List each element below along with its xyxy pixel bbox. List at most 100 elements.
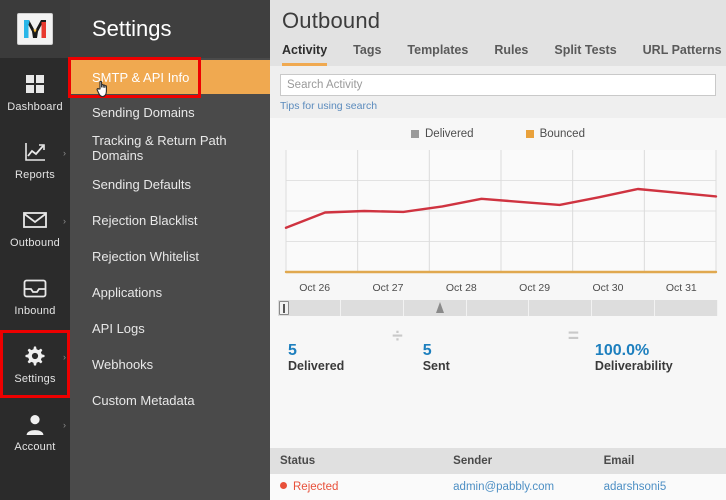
chevron-right-icon: ›: [63, 216, 66, 226]
tab-activity[interactable]: Activity: [282, 43, 328, 66]
grid-icon: [25, 71, 45, 97]
submenu-title: Settings: [70, 0, 270, 58]
user-icon: [25, 411, 45, 437]
legend-item-delivered[interactable]: Delivered: [411, 128, 474, 140]
summary-stats: 5 Delivered ÷ 5 Sent = 100.0% Deliverabi…: [270, 316, 726, 390]
cell-email[interactable]: adarshsoni5: [604, 481, 726, 493]
submenu-item-rejection-whitelist[interactable]: Rejection Whitelist: [70, 238, 270, 274]
submenu-item-label: Sending Domains: [92, 104, 195, 120]
submenu-item-tracking-return-path-domains[interactable]: Tracking & Return Path Domains: [70, 130, 270, 166]
x-tick-label: Oct 31: [665, 282, 697, 294]
sidebar-item-dashboard[interactable]: Dashboard: [0, 58, 70, 126]
submenu-item-label: Webhooks: [92, 356, 154, 372]
x-tick-label: Oct 26: [299, 282, 331, 294]
sidebar-item-outbound[interactable]: Outbound ›: [0, 194, 70, 262]
tab-url-patterns[interactable]: URL Patterns: [643, 43, 722, 66]
submenu-list: SMTP & API Info Sending Domains Tracking…: [70, 58, 270, 418]
equals-operator-icon: =: [567, 326, 579, 347]
chevron-right-icon: ›: [63, 148, 66, 158]
chart-svg: [284, 150, 718, 274]
cell-status: Rejected: [270, 481, 453, 493]
gear-icon: [24, 343, 46, 369]
stat-value: 5: [288, 341, 297, 359]
logo-container[interactable]: [0, 0, 70, 58]
divide-operator-icon: ÷: [392, 326, 403, 347]
inbox-icon: [23, 275, 47, 301]
chart-legend: Delivered Bounced: [270, 124, 726, 146]
activity-table: Status Sender Email Rejected admin@pabbl…: [270, 448, 726, 500]
chevron-right-icon: ›: [63, 352, 66, 362]
sidebar-item-settings[interactable]: Settings ›: [0, 330, 70, 398]
cell-sender[interactable]: admin@pabbly.com: [453, 481, 603, 493]
stat-label: Deliverability: [594, 358, 673, 373]
logo-m-icon: [24, 20, 46, 38]
stat-value: 100.0%: [594, 341, 650, 359]
sidebar-item-label: Inbound: [14, 305, 56, 317]
legend-swatch-delivered: [411, 130, 419, 138]
submenu-item-label: Applications: [92, 284, 163, 300]
sidebar-item-label: Account: [14, 441, 56, 453]
primary-nav-rail: Dashboard Reports › Outbound › Inbound S…: [0, 0, 70, 500]
column-header-sender: Sender: [453, 455, 493, 467]
x-tick-label: Oct 29: [519, 282, 551, 294]
sidebar-item-inbound[interactable]: Inbound: [0, 262, 70, 330]
submenu-item-applications[interactable]: Applications: [70, 274, 270, 310]
legend-item-bounced[interactable]: Bounced: [525, 128, 585, 140]
activity-chart: Delivered Bounced Oct 26 Oct 27 Oct 28 O…: [270, 118, 726, 316]
x-tick-label: Oct 27: [372, 282, 404, 294]
tab-templates[interactable]: Templates: [407, 43, 468, 66]
sidebar-item-account[interactable]: Account ›: [0, 398, 70, 466]
submenu-item-webhooks[interactable]: Webhooks: [70, 346, 270, 382]
submenu-item-custom-metadata[interactable]: Custom Metadata: [70, 382, 270, 418]
submenu-item-smtp-api-info-label[interactable]: SMTP & API Info: [92, 60, 189, 94]
sidebar-item-label: Reports: [15, 169, 55, 181]
submenu-item-sending-domains[interactable]: Sending Domains: [70, 94, 270, 130]
stat-deliverability: 100.0% Deliverability: [594, 341, 673, 374]
status-dot-icon: [280, 482, 287, 489]
mailgun-logo: [18, 14, 52, 44]
stat-label: Sent: [422, 358, 450, 373]
search-input[interactable]: [280, 74, 716, 96]
table-header-row: Status Sender Email: [270, 448, 726, 474]
stat-sent: 5 Sent: [422, 342, 450, 374]
range-slider-handle[interactable]: [279, 301, 289, 315]
sidebar-item-label: Dashboard: [7, 101, 63, 113]
submenu-item-sending-defaults[interactable]: Sending Defaults: [70, 166, 270, 202]
sidebar-item-reports[interactable]: Reports ›: [0, 126, 70, 194]
tab-bar: Activity Tags Templates Rules Split Test…: [270, 38, 726, 66]
envelope-icon: [23, 207, 47, 233]
stat-delivered: 5 Delivered: [270, 341, 345, 374]
range-slider-segment[interactable]: [655, 300, 718, 316]
submenu-item-label: Sending Defaults: [92, 176, 192, 192]
tab-rules[interactable]: Rules: [494, 43, 528, 66]
tab-tags[interactable]: Tags: [353, 43, 381, 66]
submenu-item-label: Rejection Whitelist: [92, 248, 199, 264]
legend-label: Delivered: [425, 128, 474, 140]
submenu-item-label: Rejection Blacklist: [92, 212, 198, 228]
tab-split-tests[interactable]: Split Tests: [554, 43, 616, 66]
column-header-status: Status: [280, 455, 316, 467]
submenu-item-rejection-blacklist[interactable]: Rejection Blacklist: [70, 202, 270, 238]
stat-label: Delivered: [288, 358, 345, 373]
tips-for-using-search-link[interactable]: Tips for using search: [280, 100, 377, 112]
range-slider-segment[interactable]: [341, 300, 404, 316]
legend-label: Bounced: [539, 128, 585, 140]
smtp-api-info-highlight-band-extension: [200, 60, 270, 94]
chart-plot-area: [278, 146, 718, 278]
range-slider-segment[interactable]: [592, 300, 656, 316]
app-window: Dashboard Reports › Outbound › Inbound S…: [0, 0, 726, 500]
range-slider-segment[interactable]: [467, 300, 530, 316]
x-tick-label: Oct 30: [592, 282, 624, 294]
status-badge: Rejected: [293, 481, 339, 493]
range-slider-segment[interactable]: [529, 300, 593, 316]
range-slider-segment[interactable]: [404, 300, 467, 316]
submenu-item-label: Custom Metadata: [92, 392, 195, 408]
x-tick-label: Oct 28: [445, 282, 477, 294]
sidebar-item-label: Settings: [14, 373, 56, 385]
chart-range-slider[interactable]: [278, 300, 718, 316]
chevron-right-icon: ›: [63, 420, 66, 430]
table-row[interactable]: Rejected admin@pabbly.com adarshsoni5: [270, 474, 726, 500]
column-header-email: Email: [603, 455, 635, 467]
submenu-item-api-logs[interactable]: API Logs: [70, 310, 270, 346]
submenu-item-label: Tracking & Return Path Domains: [92, 133, 227, 163]
